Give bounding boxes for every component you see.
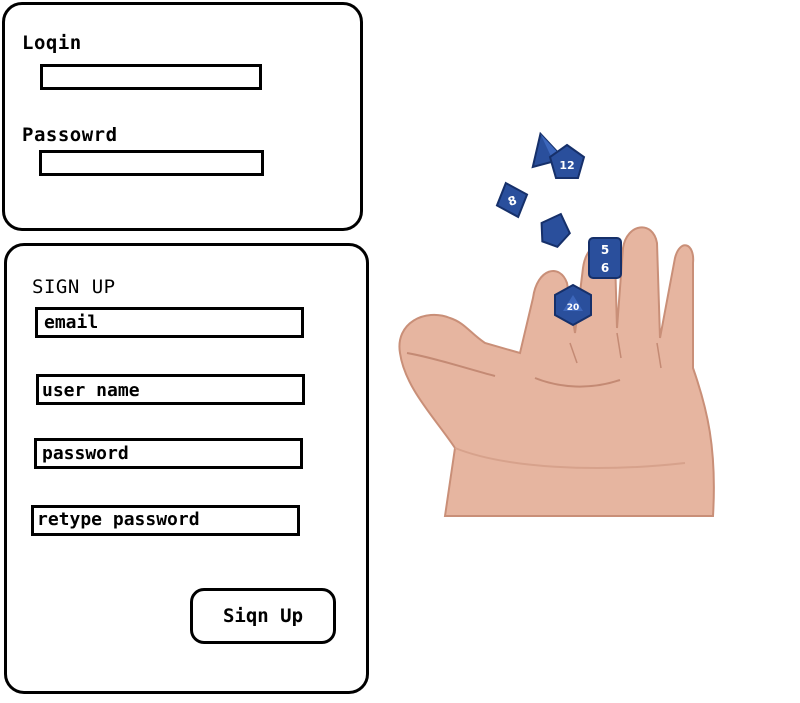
login-label: Loqin xyxy=(22,32,82,54)
username-field[interactable]: user name xyxy=(36,374,305,405)
password-input[interactable] xyxy=(39,150,264,176)
login-input[interactable] xyxy=(40,64,262,90)
svg-text:5: 5 xyxy=(601,243,609,257)
signup-button[interactable]: Siqn Up xyxy=(190,588,336,644)
email-field[interactable]: email xyxy=(35,307,304,338)
password-label: Passowrd xyxy=(22,124,118,146)
retype-password-field[interactable]: retype password xyxy=(31,505,300,536)
dice-d6: 5 6 xyxy=(588,237,622,279)
dice-d10 xyxy=(540,212,571,249)
hand-with-dice-image: 12 8 5 6 20 xyxy=(398,131,715,517)
signup-title: SIGN UP xyxy=(32,276,116,298)
signup-password-field[interactable]: password xyxy=(34,438,303,469)
dice-d8: 8 xyxy=(495,181,529,219)
svg-text:12: 12 xyxy=(559,159,574,172)
hand-illustration xyxy=(398,226,715,517)
dice-d20: 20 xyxy=(554,283,592,327)
svg-text:6: 6 xyxy=(601,261,609,275)
svg-text:20: 20 xyxy=(567,303,580,313)
